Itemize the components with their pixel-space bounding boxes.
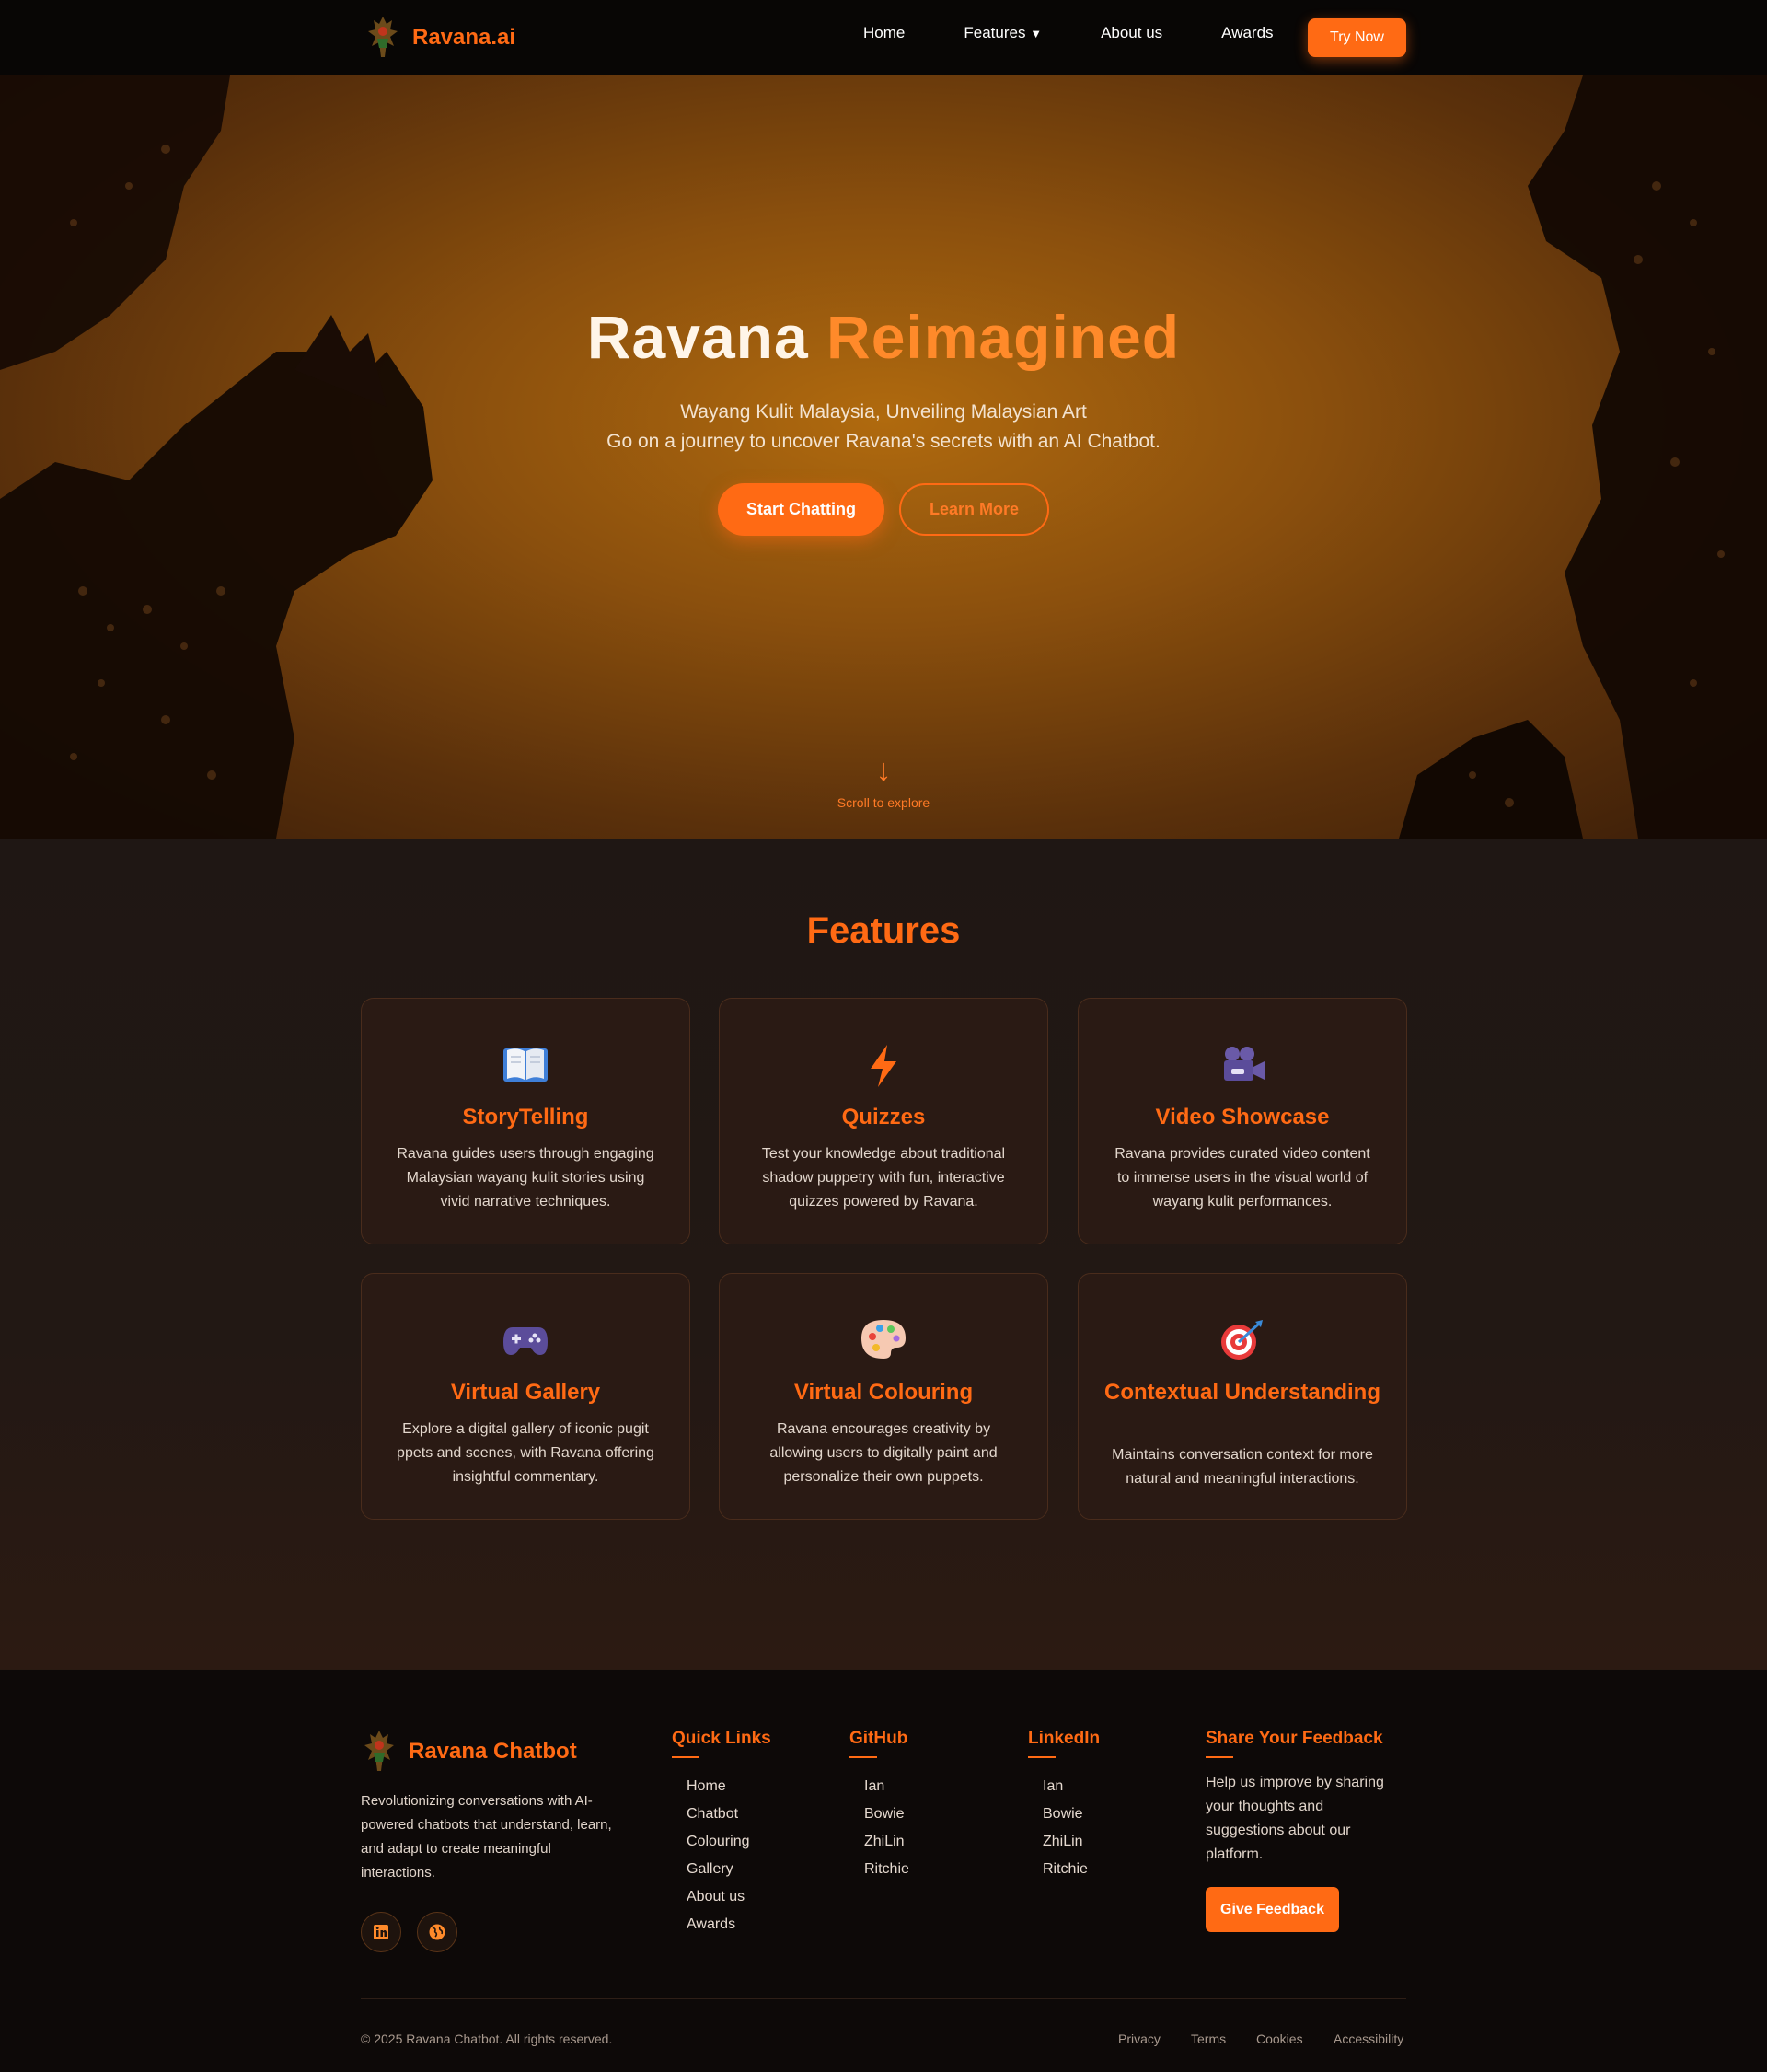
copyright: © 2025 Ravana Chatbot. All rights reserv… [361,2031,613,2046]
features-section: Features StoryTelling Ravana guides user… [0,839,1767,1669]
hero-subtitle-line1: Wayang Kulit Malaysia, Unveiling Malaysi… [680,401,1087,423]
lightning-icon [720,1043,1047,1089]
feature-title: Virtual Gallery [450,1380,601,1405]
ravana-logo-icon [368,17,398,57]
feature-title: Video Showcase [1155,1105,1330,1129]
footer-link-about[interactable]: About us [687,1883,771,1911]
github-link-ritchie[interactable]: Ritchie [864,1856,909,1883]
feature-card-storytelling[interactable]: StoryTelling Ravana guides users through… [361,998,690,1244]
feature-card-video-showcase[interactable]: Video Showcase Ravana provides curated v… [1078,998,1407,1244]
chevron-down-icon: ▼ [1030,27,1043,41]
heading-underline [849,1756,877,1758]
feedback-title: Share Your Feedback [1206,1729,1383,1748]
github-title: GitHub [849,1729,908,1748]
heading-underline [672,1756,699,1758]
feedback-text: Help us improve by sharing your thoughts… [1206,1775,1384,1862]
legal-link-cookies[interactable]: Cookies [1256,2031,1303,2046]
footer-link-home[interactable]: Home [687,1773,771,1800]
footer-link-awards[interactable]: Awards [687,1911,771,1939]
target-icon [1079,1318,1406,1364]
nav-home[interactable]: Home [863,24,905,42]
footer-link-colouring[interactable]: Colouring [687,1828,771,1856]
feature-description: Test your knowledge about traditional sh… [761,1146,1006,1210]
github-link-ian[interactable]: Ian [864,1773,909,1800]
github-link-bowie[interactable]: Bowie [864,1800,909,1828]
feedback-column: Share Your Feedback [1206,1729,1383,1758]
palette-icon [720,1318,1047,1364]
hero-title-part2: Reimagined [826,303,1181,371]
linkedin-link-bowie[interactable]: Bowie [1043,1800,1100,1828]
footer-brand[interactable]: Ravana Chatbot [361,1729,577,1775]
ravana-logo-icon [364,1731,394,1771]
nav-features-label: Features [964,24,1026,41]
features-title: Features [806,910,961,951]
legal-link-accessibility[interactable]: Accessibility [1334,2031,1403,2046]
learn-more-button[interactable]: Learn More [899,483,1049,536]
linkedin-link-ian[interactable]: Ian [1043,1773,1100,1800]
brand[interactable]: Ravana.ai [364,13,515,63]
github-column: GitHub Ian Bowie ZhiLin Ritchie [849,1729,909,1883]
feature-card-quizzes[interactable]: Quizzes Test your knowledge about tradit… [719,998,1048,1244]
footer: Ravana Chatbot Revolutionizing conversat… [0,1669,1767,2072]
heading-underline [1206,1756,1233,1758]
top-navbar: Ravana.ai Home Features ▼ About us Award… [0,0,1767,75]
feature-description: Ravana guides users through engaging Mal… [397,1146,654,1210]
feature-title: Virtual Colouring [793,1380,974,1405]
feature-description: Ravana encourages creativity by allowing… [769,1421,998,1485]
left-puppet-silhouette [0,75,433,839]
feature-description: Explore a digital gallery of iconic pugi… [397,1421,654,1485]
legal-link-terms[interactable]: Terms [1191,2031,1226,2046]
video-camera-icon [1079,1043,1406,1089]
hero-subtitle-line2: Go on a journey to uncover Ravana's secr… [606,431,1161,452]
right-puppet-silhouette [1399,75,1767,839]
quick-links-title: Quick Links [672,1729,771,1748]
nav-about[interactable]: About us [1101,24,1162,42]
footer-brand-name: Ravana Chatbot [409,1739,577,1764]
linkedin-column: LinkedIn Ian Bowie ZhiLin Ritchie [1028,1729,1100,1883]
footer-link-chatbot[interactable]: Chatbot [687,1800,771,1828]
give-feedback-button[interactable]: Give Feedback [1206,1887,1339,1932]
try-now-button[interactable]: Try Now [1308,18,1406,57]
feature-description: Maintains conversation context for more … [1112,1447,1373,1487]
github-link-zhilin[interactable]: ZhiLin [864,1828,909,1856]
hero-subtitle: Wayang Kulit Malaysia, Unveiling Malaysi… [0,398,1767,457]
footer-description: Revolutionizing conversations with AI-po… [361,1793,612,1881]
brand-name: Ravana.ai [412,25,516,50]
nav-features[interactable]: Features ▼ [964,24,1042,42]
heading-underline [1028,1756,1056,1758]
arrow-down-icon[interactable]: ↓ [870,753,897,789]
globe-icon[interactable] [417,1912,457,1952]
scroll-hint[interactable]: Scroll to explore [0,795,1767,810]
feature-card-virtual-colouring[interactable]: Virtual Colouring Ravana encourages crea… [719,1273,1048,1520]
nav-awards[interactable]: Awards [1221,24,1273,42]
linkedin-title: LinkedIn [1028,1729,1101,1748]
linkedin-link-zhilin[interactable]: ZhiLin [1043,1828,1100,1856]
linkedin-link-ritchie[interactable]: Ritchie [1043,1856,1100,1883]
linkedin-icon[interactable] [361,1912,401,1952]
gamepad-icon [362,1318,689,1364]
footer-divider [361,1998,1406,1999]
start-chatting-button[interactable]: Start Chatting [718,483,884,536]
nav-links: Home Features ▼ About us Awards [863,24,1318,42]
hero-section: Ravana Reimagined Wayang Kulit Malaysia,… [0,75,1767,839]
hero-title-part1: Ravana [586,303,809,371]
feature-description: Ravana provides curated video content to… [1114,1146,1370,1210]
feature-card-virtual-gallery[interactable]: Virtual Gallery Explore a digital galler… [361,1273,690,1520]
hero-title: Ravana Reimagined [0,302,1767,372]
feature-title: StoryTelling [462,1105,589,1129]
footer-link-gallery[interactable]: Gallery [687,1856,771,1883]
quick-links-column: Quick Links Home Chatbot Colouring Galle… [672,1729,771,1939]
feature-title: Contextual Understanding [1103,1380,1380,1405]
legal-link-privacy[interactable]: Privacy [1118,2031,1161,2046]
feature-title: Quizzes [841,1105,926,1129]
book-icon [362,1043,689,1089]
feature-card-contextual-understanding[interactable]: Contextual Understanding Maintains conve… [1078,1273,1407,1520]
